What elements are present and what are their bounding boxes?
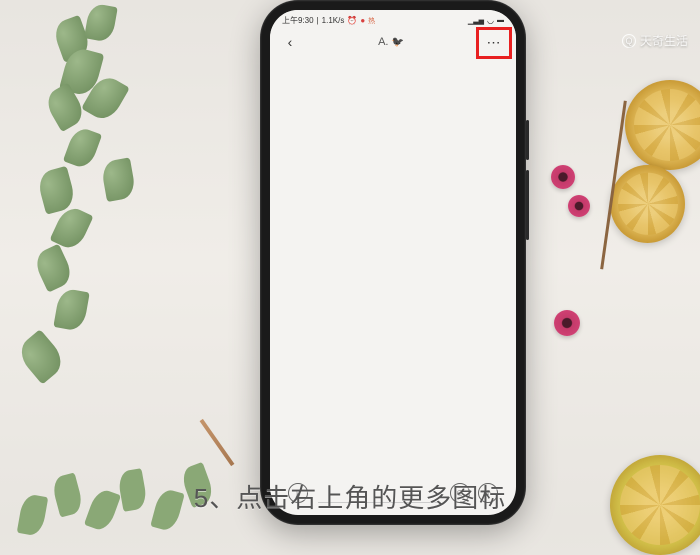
more-button[interactable]: ⋯ bbox=[482, 30, 506, 54]
battery-icon: ▬ bbox=[497, 17, 504, 24]
watermark-text: 天奇生活 bbox=[640, 32, 688, 49]
signal-icon: ▁▃▅ bbox=[468, 17, 484, 25]
more-dots-icon: ⋯ bbox=[486, 34, 501, 51]
decorative-pencil bbox=[200, 419, 235, 466]
phone-mockup: 上午9:30 | 1.1K/s ⏰ ● 热 ▁▃▅ ◡ ▬ ‹ A. 🐦‍⬛ bbox=[260, 0, 526, 525]
chat-header: ‹ A. 🐦‍⬛ ⋯ bbox=[270, 28, 516, 56]
chevron-left-icon: ‹ bbox=[288, 34, 293, 50]
decorative-eucalyptus-left bbox=[0, 0, 180, 440]
status-network-speed: 1.1K/s bbox=[322, 16, 345, 25]
decorative-flower bbox=[568, 195, 590, 217]
decorative-citrus-slice bbox=[625, 80, 700, 170]
chat-title-emoji: 🐦‍⬛ bbox=[391, 37, 403, 48]
back-button[interactable]: ‹ bbox=[280, 32, 300, 52]
alarm-icon: ⏰ bbox=[347, 16, 357, 25]
phone-side-button bbox=[526, 170, 529, 240]
phone-side-button bbox=[526, 120, 529, 160]
wifi-icon: ◡ bbox=[487, 16, 494, 25]
watermark-logo-icon: Q bbox=[622, 34, 636, 48]
status-time: 上午9:30 bbox=[282, 15, 314, 26]
watermark: Q 天奇生活 bbox=[622, 32, 688, 49]
decorative-flower bbox=[551, 165, 575, 189]
status-bar: 上午9:30 | 1.1K/s ⏰ ● 热 ▁▃▅ ◡ ▬ bbox=[270, 10, 516, 28]
status-hot-label: 热 bbox=[368, 16, 375, 26]
decorative-citrus-slice bbox=[610, 165, 685, 243]
chat-title[interactable]: A. 🐦‍⬛ bbox=[378, 36, 404, 48]
chat-message-area[interactable] bbox=[270, 56, 516, 481]
decorative-flower bbox=[554, 310, 580, 336]
phone-screen: 上午9:30 | 1.1K/s ⏰ ● 热 ▁▃▅ ◡ ▬ ‹ A. 🐦‍⬛ bbox=[270, 10, 516, 515]
record-icon: ● bbox=[360, 16, 365, 25]
tutorial-caption: 5、点击右上角的更多图标 bbox=[0, 478, 700, 515]
